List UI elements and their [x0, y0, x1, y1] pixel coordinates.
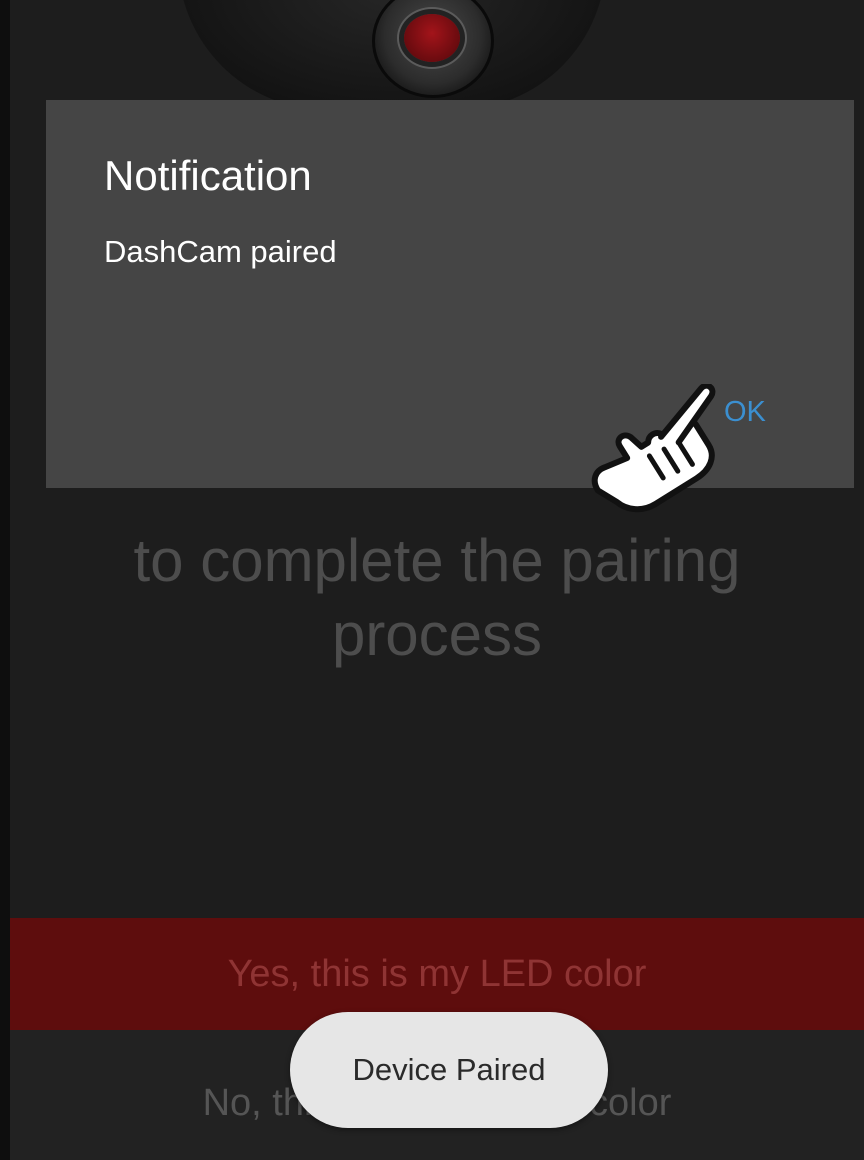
device-paired-toast: Device Paired: [290, 1012, 608, 1128]
hand-pointer-icon: [591, 384, 716, 513]
pairing-instruction-text: to complete the pairing process: [10, 524, 864, 672]
instruction-line-2: process: [331, 601, 543, 668]
app-screen: to complete the pairing process Yes, thi…: [10, 0, 864, 1160]
dialog-message: DashCam paired: [104, 234, 337, 269]
dashcam-led-indicator: [404, 14, 460, 62]
dialog-title: Notification: [104, 152, 312, 199]
instruction-line-1: to complete the pairing: [133, 527, 741, 594]
